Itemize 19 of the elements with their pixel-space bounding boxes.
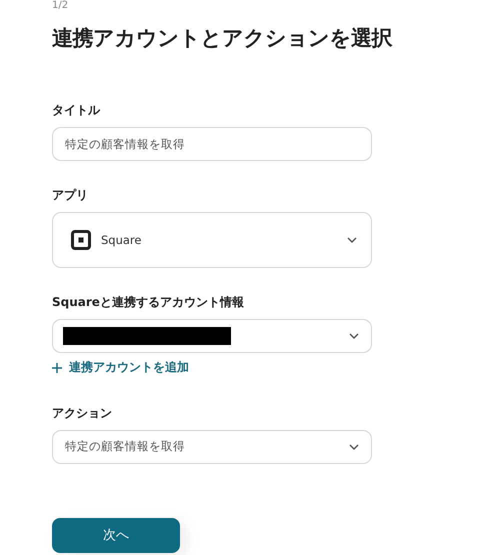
next-button[interactable]: 次へ [52,518,180,552]
field-label: アクション [52,404,113,422]
title-field[interactable]: 特定の顧客情報を取得 [52,127,372,161]
step-counter: 1/2 [52,0,70,12]
app-name: Square [101,233,142,247]
app-select[interactable]: Square [52,212,372,268]
chevron-down-icon [347,237,357,243]
plus-icon [52,362,62,372]
field-label: アプリ [52,187,89,204]
action-value: 特定の顧客情報を取得 [65,439,185,454]
square-logo-icon [71,230,91,250]
chevron-down-icon [349,444,359,450]
action-select[interactable]: 特定の顧客情報を取得 [52,430,372,464]
field-label: Squareと連携するアカウント情報 [52,294,245,311]
field-label: タイトル [52,102,102,119]
page-title: 連携アカウントとアクションを選択 [52,25,392,52]
account-select[interactable] [52,319,372,353]
add-account-link[interactable]: 連携アカウントを追加 [52,359,189,376]
chevron-down-icon [349,333,359,339]
